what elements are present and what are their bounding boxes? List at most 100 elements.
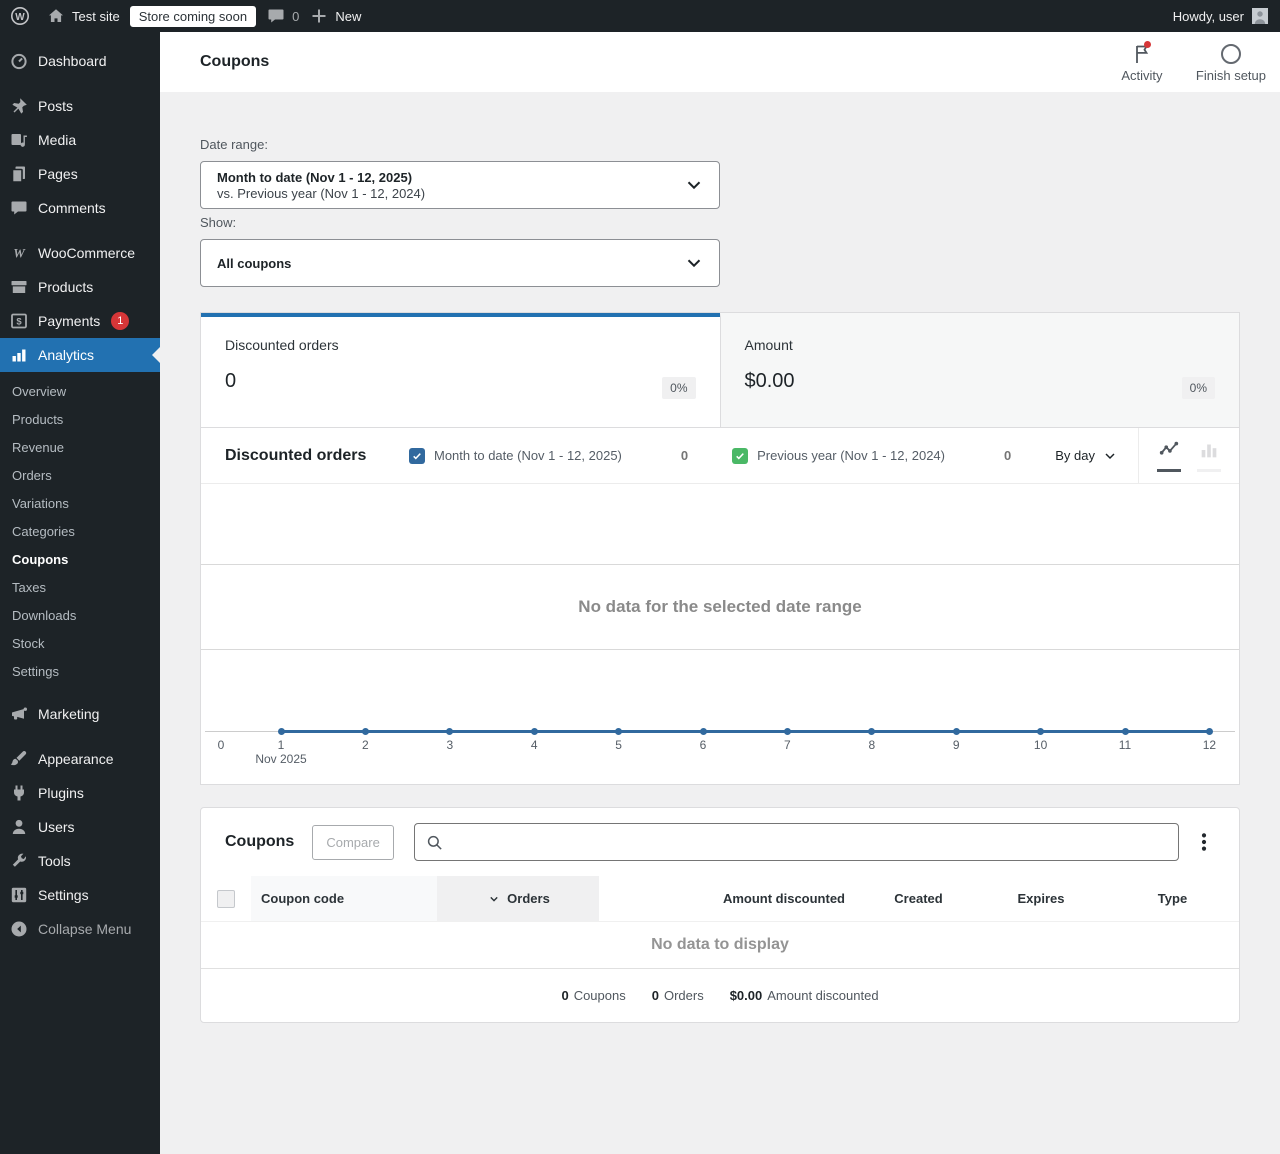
table-title: Coupons [225, 833, 295, 850]
column-header-label: Created [894, 891, 943, 906]
column-header-label: Coupon code [261, 891, 345, 906]
axis-tick-label: 7 [784, 738, 791, 752]
data-point-dot [1037, 728, 1045, 735]
axis-tick-label: 2 [362, 738, 369, 752]
tile-delta-badge: 0% [662, 377, 696, 399]
legend-label: Previous year (Nov 1 - 12, 2024) [757, 448, 945, 463]
summary-stat-value: $0.00 [729, 988, 763, 1003]
new-content-button[interactable]: New [309, 6, 361, 26]
column-header-type[interactable]: Type [1106, 876, 1239, 921]
sidebar-item-marketing[interactable]: Marketing [0, 697, 160, 731]
sidebar-item-users[interactable]: Users [0, 810, 160, 844]
sidebar-item-settings[interactable]: Settings [0, 878, 160, 912]
submenu-item-stock[interactable]: Stock [0, 629, 160, 657]
sidebar-item-appearance[interactable]: Appearance [0, 742, 160, 776]
chart-data-line [281, 730, 1210, 733]
sidebar-item-plugins[interactable]: Plugins [0, 776, 160, 810]
summary-tile-discounted-orders[interactable]: Discounted orders 0 0% [201, 313, 720, 427]
search-input[interactable] [449, 834, 1168, 850]
chevron-down-icon [683, 174, 705, 196]
column-header-amount-discounted[interactable]: Amount discounted [599, 876, 861, 921]
tile-label: Amount [744, 337, 793, 353]
data-point-dot [783, 728, 791, 735]
legend-item-0[interactable]: Month to date (Nov 1 - 12, 2025) 0 [409, 428, 732, 483]
comments-shortcut[interactable]: 0 [266, 6, 299, 26]
sidebar-item-collapse-menu[interactable]: Collapse Menu [0, 912, 160, 946]
search-box[interactable] [413, 823, 1179, 861]
sidebar-item-analytics[interactable]: Analytics [0, 338, 160, 372]
sidebar-item-woocommerce[interactable]: W WooCommerce [0, 236, 160, 270]
compare-button[interactable]: Compare [312, 824, 394, 860]
date-range-select[interactable]: Month to date (Nov 1 - 12, 2025) vs. Pre… [200, 161, 720, 209]
show-select[interactable]: All coupons [200, 239, 720, 287]
legend-item-1[interactable]: Previous year (Nov 1 - 12, 2024) 0 [732, 428, 1055, 483]
chart-legend: Month to date (Nov 1 - 12, 2025) 0 Previou… [409, 428, 1055, 483]
sidebar-item-comments[interactable]: Comments [0, 191, 160, 225]
pages-icon [9, 164, 29, 184]
site-name-link[interactable]: Test site [46, 6, 120, 26]
notification-badge: 1 [111, 312, 130, 330]
submenu-item-orders[interactable]: Orders [0, 461, 160, 489]
sidebar-item-payments[interactable]: $ Payments 1 [0, 304, 160, 338]
bar-chart-button[interactable] [1197, 439, 1221, 472]
axis-tick-label: 3 [446, 738, 454, 752]
summary-stat-orders: 0 Orders [652, 988, 704, 1003]
column-header-created[interactable]: Created [861, 876, 976, 921]
finish-setup-button[interactable]: Finish setup [1196, 42, 1266, 83]
legend-checkbox[interactable] [732, 447, 749, 464]
legend-checkbox[interactable] [409, 447, 425, 464]
submenu-item-variations[interactable]: Variations [0, 489, 160, 517]
media-icon [9, 130, 29, 150]
axis-tick-label: 9 [952, 738, 960, 752]
select-all-checkbox[interactable] [217, 889, 235, 908]
home-icon [46, 6, 66, 26]
axis-tick-label: 11 [1118, 738, 1132, 752]
column-header-orders[interactable]: Orders [437, 876, 599, 921]
data-point-dot [1121, 728, 1129, 735]
data-point-dot [868, 728, 876, 735]
activity-button[interactable]: Activity [1114, 40, 1170, 83]
data-point-dot [1205, 728, 1213, 735]
submenu-item-categories[interactable]: Categories [0, 517, 160, 545]
ellipsis-menu-icon[interactable] [1193, 831, 1215, 853]
axis-tick-label: 4 [530, 738, 538, 752]
sidebar-item-label: Users [38, 819, 75, 835]
submenu-item-revenue[interactable]: Revenue [0, 433, 160, 461]
tools-icon [9, 851, 29, 871]
summary-tile-amount[interactable]: Amount $0.00 0% [719, 313, 1239, 427]
menu-separator [0, 225, 160, 236]
tile-delta-badge: 0% [1181, 377, 1215, 399]
summary-stat-label: Amount discounted [767, 988, 879, 1003]
submenu-item-overview[interactable]: Overview [0, 377, 160, 405]
axis-tick-label: 10 [1033, 738, 1048, 752]
column-header-expires[interactable]: Expires [976, 876, 1106, 921]
submenu-item-taxes[interactable]: Taxes [0, 573, 160, 601]
howdy-user-link[interactable]: Howdy, user [1173, 9, 1244, 24]
wordpress-logo-icon[interactable]: W [10, 6, 30, 26]
analytics-icon [9, 345, 29, 365]
summary-stat-value: 0 [651, 988, 659, 1003]
submenu-item-downloads[interactable]: Downloads [0, 601, 160, 629]
store-status-badge[interactable]: Store coming soon [129, 5, 257, 27]
legend-value: 0 [680, 448, 689, 463]
chevron-down-icon [1102, 448, 1118, 464]
sidebar-item-posts[interactable]: Posts [0, 89, 160, 123]
sidebar-item-media[interactable]: Media [0, 123, 160, 157]
line-chart-button[interactable] [1157, 439, 1181, 472]
search-icon [425, 833, 444, 852]
avatar[interactable] [1252, 8, 1268, 24]
sidebar-item-label: Posts [38, 98, 74, 114]
date-range-label: Date range: [200, 137, 268, 152]
column-header-coupon-code[interactable]: Coupon code [251, 876, 437, 921]
sidebar-item-products[interactable]: Products [0, 270, 160, 304]
menu-separator [0, 78, 160, 89]
submenu-item-products[interactable]: Products [0, 405, 160, 433]
sidebar-item-tools[interactable]: Tools [0, 844, 160, 878]
submenu-item-settings[interactable]: Settings [0, 657, 160, 685]
table-column-headers: Coupon code Orders Amount discounted Create… [201, 876, 1239, 922]
sidebar-item-label: Marketing [38, 706, 100, 722]
sidebar-item-pages[interactable]: Pages [0, 157, 160, 191]
submenu-item-coupons[interactable]: Coupons [0, 545, 160, 573]
sidebar-item-dashboard[interactable]: Dashboard [0, 44, 160, 78]
interval-select[interactable]: By day [1055, 448, 1118, 464]
